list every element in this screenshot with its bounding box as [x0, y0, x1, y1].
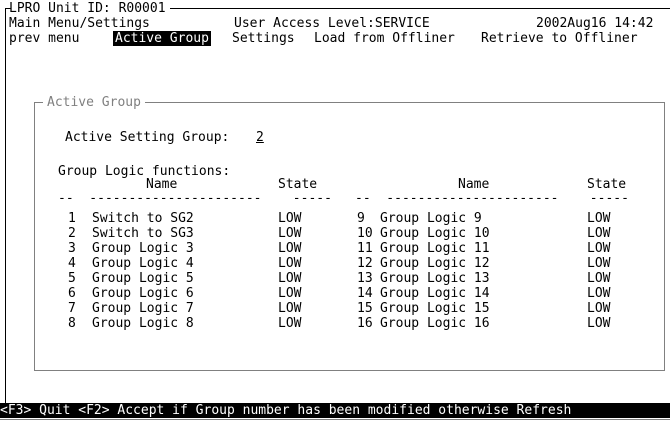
menu-retrieve-to-offliner[interactable]: Retrieve to Offliner — [481, 31, 638, 46]
row-name: Group Logic 16 — [380, 316, 490, 331]
row-name: Group Logic 8 — [92, 316, 194, 331]
col-state-left: State — [278, 177, 318, 192]
row-name: Group Logic 5 — [92, 271, 194, 286]
group-logic-heading: Group Logic functions: — [58, 164, 231, 179]
row-state: LOW — [587, 271, 611, 286]
frame-left-border — [5, 8, 6, 404]
row-number: 15 — [357, 301, 373, 316]
row-state: LOW — [587, 301, 611, 316]
active-setting-label: Active Setting Group: — [65, 130, 230, 145]
row-name: Group Logic 6 — [92, 286, 194, 301]
row-state: LOW — [587, 211, 611, 226]
frame-top-border-right — [170, 8, 670, 9]
menu-settings[interactable]: Settings — [232, 31, 295, 46]
panel-title: Active Group — [43, 95, 145, 110]
row-name: Group Logic 14 — [380, 286, 490, 301]
row-name: Group Logic 11 — [380, 241, 490, 256]
active-setting-input[interactable]: 2 — [256, 130, 264, 145]
row-name: Group Logic 9 — [380, 211, 482, 226]
row-name: Group Logic 12 — [380, 256, 490, 271]
col-name-right: Name — [458, 177, 490, 192]
separator-right: -- ---------------------- ----- — [355, 191, 629, 206]
row-name: Switch to SG2 — [92, 211, 194, 226]
row-number: 2 — [68, 226, 76, 241]
row-number: 13 — [357, 271, 373, 286]
row-state: LOW — [278, 241, 302, 256]
bottom-divider — [0, 419, 670, 420]
row-name: Group Logic 3 — [92, 241, 194, 256]
access-level: User Access Level:SERVICE — [234, 16, 430, 31]
row-number: 8 — [68, 316, 76, 331]
row-state: LOW — [278, 271, 302, 286]
row-state: LOW — [278, 286, 302, 301]
row-number: 16 — [357, 316, 373, 331]
row-state: LOW — [278, 256, 302, 271]
row-number: 14 — [357, 286, 373, 301]
row-number: 5 — [68, 271, 76, 286]
row-state: LOW — [587, 226, 611, 241]
row-name: Switch to SG3 — [92, 226, 194, 241]
row-name: Group Logic 10 — [380, 226, 490, 241]
row-state: LOW — [278, 226, 302, 241]
separator-left: -- ---------------------- ----- — [58, 191, 332, 206]
row-number: 3 — [68, 241, 76, 256]
row-number: 12 — [357, 256, 373, 271]
datetime: 2002Aug16 14:42 — [536, 16, 654, 31]
row-name: Group Logic 7 — [92, 301, 194, 316]
row-state: LOW — [278, 211, 302, 226]
row-number: 4 — [68, 256, 76, 271]
row-number: 7 — [68, 301, 76, 316]
row-name: Group Logic 4 — [92, 256, 194, 271]
row-number: 1 — [68, 211, 76, 226]
row-state: LOW — [278, 301, 302, 316]
row-name: Group Logic 15 — [380, 301, 490, 316]
col-name-left: Name — [146, 177, 178, 192]
row-state: LOW — [587, 256, 611, 271]
status-bar: <F3> Quit <F2> Accept if Group number ha… — [0, 403, 670, 418]
row-state: LOW — [587, 286, 611, 301]
status-text: <F3> Quit <F2> Accept if Group number ha… — [0, 403, 572, 418]
row-state: LOW — [587, 316, 611, 331]
row-number: 9 — [357, 211, 365, 226]
menu-active-group[interactable]: Active Group — [113, 31, 211, 46]
row-number: 6 — [68, 286, 76, 301]
row-state: LOW — [278, 316, 302, 331]
menu-load-from-offliner[interactable]: Load from Offliner — [314, 31, 455, 46]
row-number: 10 — [357, 226, 373, 241]
row-state: LOW — [587, 241, 611, 256]
menu-prev[interactable]: prev menu — [9, 31, 79, 46]
breadcrumb: Main Menu/Settings — [9, 16, 150, 31]
row-name: Group Logic 13 — [380, 271, 490, 286]
col-state-right: State — [587, 177, 627, 192]
row-number: 11 — [357, 241, 373, 256]
unit-id: LPRO Unit ID: R00001 — [9, 1, 166, 16]
